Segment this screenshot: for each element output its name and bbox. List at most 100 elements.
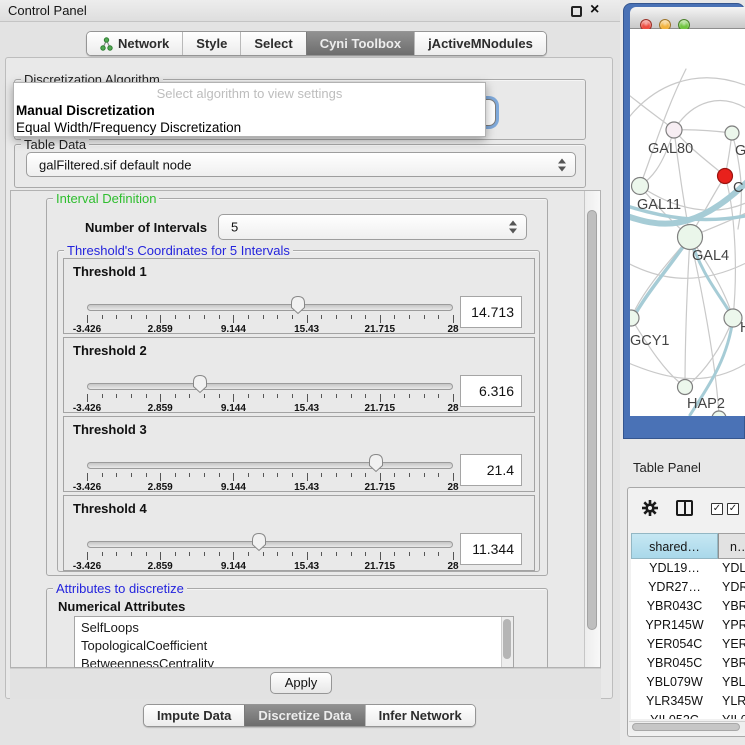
slider-track[interactable] [87,462,453,469]
slider-tick [131,315,132,319]
table-row[interactable]: YBR045CYBR0 [631,654,745,673]
threshold-label: Threshold 3 [73,422,147,437]
apply-button[interactable]: Apply [270,672,332,694]
slider-tick [160,552,161,560]
horizontal-scrollbar-thumb[interactable] [632,723,740,731]
tab-jactivemnodules[interactable]: jActiveMNodules [414,32,546,55]
table-row[interactable]: YIL052CYIL0 [631,711,745,719]
cell-name: YDL1 [722,559,745,578]
dropdown-option-manual[interactable]: Manual Discretization [16,103,155,118]
slider-track[interactable] [87,383,453,390]
list-item[interactable]: SelfLoops [75,619,513,637]
tick-label: -3.426 [73,561,101,572]
table-row[interactable]: YBR043CYBR0 [631,597,745,616]
slider-tick [146,394,147,398]
slider-handle[interactable] [251,532,267,552]
threshold-value-field[interactable]: 14.713 [460,296,522,328]
tab-impute-data[interactable]: Impute Data [144,705,244,726]
dropdown-option-equal-width[interactable]: Equal Width/Frequency Discretization [16,120,241,135]
tab-style[interactable]: Style [182,32,240,55]
network-node[interactable] [678,380,693,395]
slider-handle[interactable] [368,453,384,473]
slider-tick [321,394,322,398]
slider-tick [204,394,205,398]
slider-handle[interactable] [290,295,306,315]
slider-tick [175,394,176,398]
slider-tick [438,394,439,398]
bottom-tabs: Impute Data Discretize Data Infer Networ… [143,704,476,727]
slider-track[interactable] [87,304,453,311]
slider-track[interactable] [87,541,453,548]
network-window-titlebar[interactable] [630,7,745,29]
slider-tick [102,552,103,556]
column-header-shared-name[interactable]: shared… [631,533,718,559]
node-label: GAL4 [692,248,729,264]
column-header-name[interactable]: n… [718,533,745,559]
threshold-slider[interactable]: -3.4262.8599.14415.4321.71528 [87,295,453,335]
tick-label: 9.144 [221,324,246,335]
slider-tick [175,473,176,477]
close-icon[interactable]: × [590,1,599,19]
tab-infer-network[interactable]: Infer Network [365,705,475,726]
table-row[interactable]: YLR345WYLR3 [631,692,745,711]
cell-shared-name: YIL052C [631,711,718,719]
number-of-intervals-select[interactable]: 5 [218,214,527,240]
slider-tick [351,473,352,477]
network-node[interactable] [678,225,703,250]
tick-label: 15.43 [294,403,319,414]
table-row[interactable]: YBL079WYBL0 [631,673,745,692]
network-node[interactable] [725,126,739,140]
number-of-intervals-label: Number of Intervals [85,220,207,235]
algorithm-dropdown-popup: Select algorithm to view settings Manual… [13,82,486,137]
list-scrollbar-thumb[interactable] [503,619,511,659]
cell-name: YBR0 [722,654,745,673]
network-edge [674,101,745,130]
slider-tick [219,394,220,398]
threshold-slider[interactable]: -3.4262.8599.14415.4321.71528 [87,374,453,414]
cell-name: YBR0 [722,597,745,616]
network-view[interactable]: GAL80GACGAL11GAL4GCY1HHAP2 [630,29,745,416]
combo-stepper-icon[interactable] [558,158,566,171]
cell-shared-name: YBR045C [631,654,718,673]
tab-cyni-toolbox[interactable]: Cyni Toolbox [306,32,414,55]
threshold-value-field[interactable]: 21.4 [460,454,522,486]
tick-label: 28 [447,482,458,493]
slider-handle[interactable] [192,374,208,394]
numerical-attributes-list[interactable]: SelfLoopsTopologicalCoefficientBetweenne… [74,616,514,668]
vertical-scrollbar-thumb[interactable] [587,210,597,630]
gear-icon[interactable] [641,499,659,517]
network-node[interactable] [666,122,682,138]
network-node[interactable] [632,178,649,195]
threshold-value-field[interactable]: 11.344 [460,533,522,565]
slider-tick [438,315,439,319]
slider-tick [336,315,337,319]
table-row[interactable]: YDR27…YDR2 [631,578,745,597]
threshold-slider[interactable]: -3.4262.8599.14415.4321.71528 [87,532,453,572]
slider-tick [351,552,352,556]
checkbox-icon[interactable]: ✓ [711,503,723,515]
slider-tick [336,552,337,556]
combo-stepper-icon[interactable] [509,221,517,234]
slider-tick [365,315,366,319]
tab-select[interactable]: Select [240,32,305,55]
table-row[interactable]: YER054CYER0 [631,635,745,654]
network-node[interactable] [718,169,733,184]
columns-icon[interactable] [676,500,693,516]
app-root: Control Panel × Network Style Select Cyn… [0,0,745,745]
threshold-slider[interactable]: -3.4262.8599.14415.4321.71528 [87,453,453,493]
table-row[interactable]: YPR145WYPR1 [631,616,745,635]
tab-network[interactable]: Network [87,32,182,55]
threshold-value-field[interactable]: 6.316 [460,375,522,407]
slider-tick [438,552,439,556]
numerical-attributes-label: Numerical Attributes [58,599,185,614]
table-data-select[interactable]: galFiltered.sif default node [26,152,576,177]
checkbox-icon[interactable]: ✓ [727,503,739,515]
list-item[interactable]: BetweennessCentrality [75,655,513,668]
float-window-icon[interactable] [571,6,582,17]
threshold-label: Threshold 2 [73,343,147,358]
slider-tick [233,394,234,402]
table-row[interactable]: YDL19…YDL1 [631,559,745,578]
list-item[interactable]: TopologicalCoefficient [75,637,513,655]
tab-discretize-data[interactable]: Discretize Data [244,705,364,726]
tick-label: 28 [447,561,458,572]
